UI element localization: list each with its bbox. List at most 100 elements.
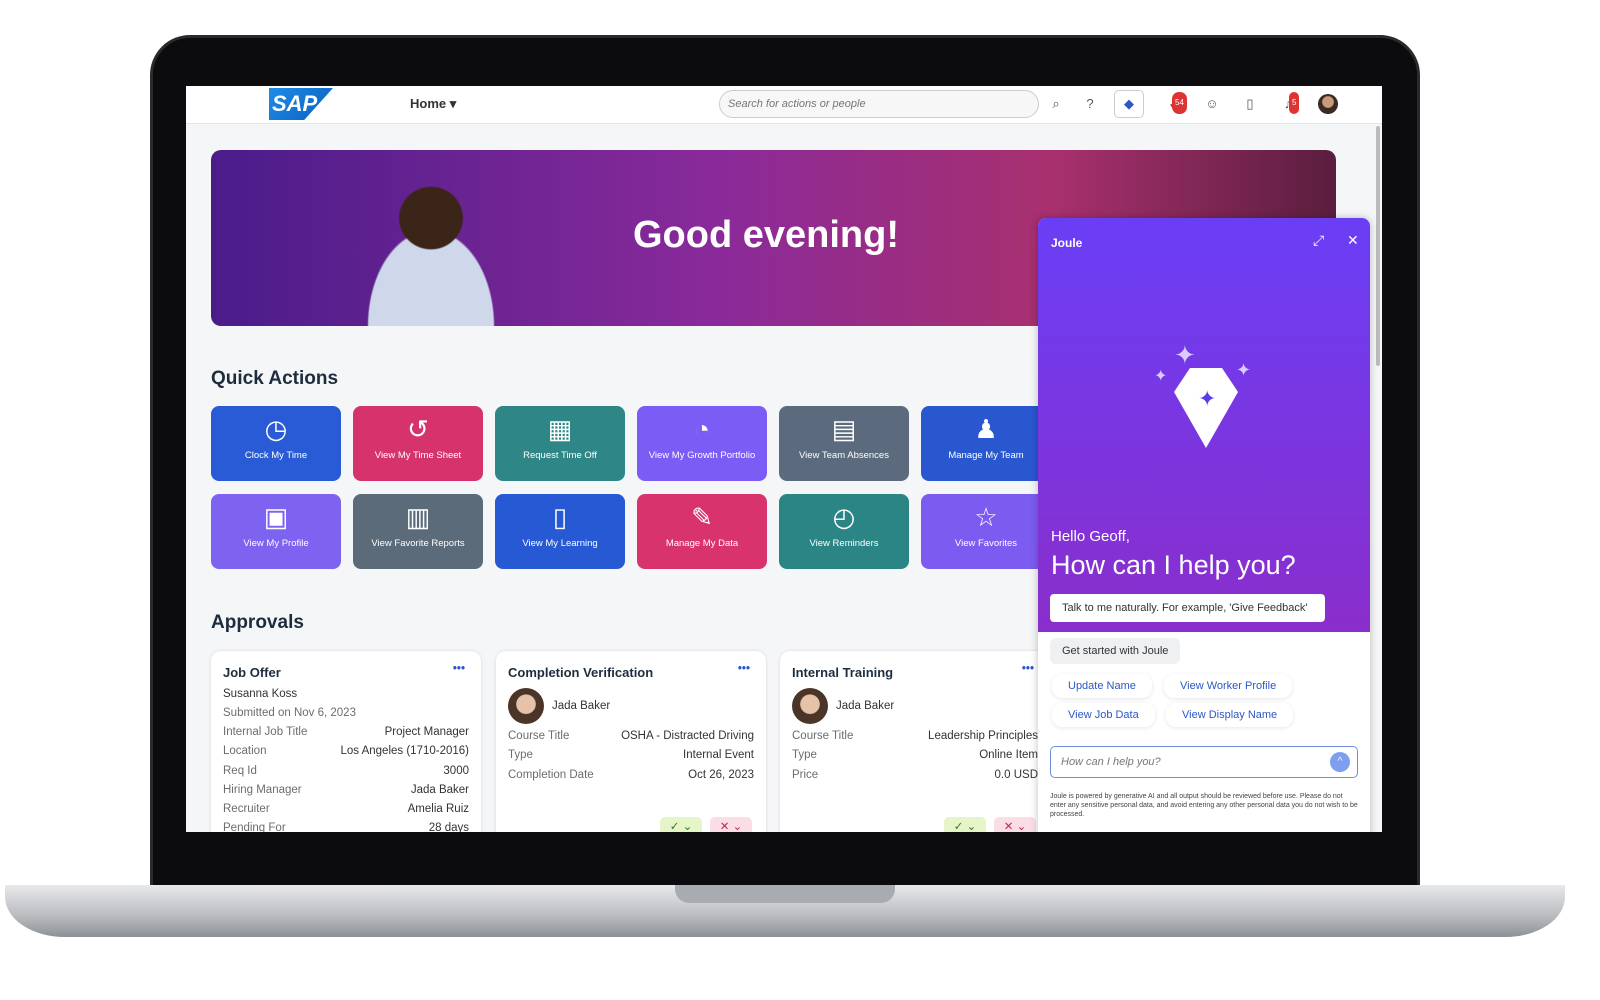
detail-row: Location Los Angeles (1710-2016) [223, 745, 469, 764]
close-icon[interactable]: ✕ [1347, 232, 1359, 249]
user-avatar[interactable] [1318, 94, 1338, 114]
field-label: Hiring Manager [223, 783, 302, 796]
detail-row: Course Title OSHA - Distracted Driving [508, 730, 754, 749]
joule-panel: Joule ⤢ ✕ ✦ ✦ ✦ ✦ Hello Geoff, How can I… [1038, 218, 1370, 832]
quick-action-tile[interactable]: ▯ View My Learning [495, 494, 625, 569]
scrollbar[interactable] [1376, 126, 1380, 366]
quick-action-tile[interactable]: ◔ View My Growth Portfolio [637, 406, 767, 481]
field-label: Location [223, 745, 267, 758]
field-value: OSHA - Distracted Driving [621, 730, 754, 742]
quick-actions-title: Quick Actions [211, 368, 339, 389]
clock-plus-icon: ◷ [264, 414, 288, 444]
field-value: 0.0 USD [994, 768, 1038, 781]
detail-row: Completion Date Oct 26, 2023 [508, 769, 754, 788]
home-menu[interactable]: Home ▾ [410, 96, 456, 112]
user-edit-icon: ✎ [691, 502, 713, 532]
bell-icon[interactable]: ♫5 [1279, 92, 1300, 114]
tile-label: View My Learning [522, 538, 598, 549]
quick-action-tile[interactable]: ▣ View My Profile [211, 494, 341, 569]
laptop-notch [675, 885, 895, 903]
approval-card-job-offer[interactable]: Job Offer ••• Susanna Koss Submitted on … [211, 651, 481, 832]
people-icon[interactable]: ☺ [1202, 94, 1222, 114]
field-label: Course Title [508, 730, 570, 742]
detail-row: Price 0.0 USD [792, 769, 1038, 788]
field-value: Internal Event [683, 749, 754, 762]
field-label: Recruiter [223, 803, 270, 816]
greeting: Good evening! [633, 214, 899, 256]
approve-button[interactable]: ✓ ⌄ [660, 817, 702, 832]
tile-label: View Favorite Reports [371, 538, 465, 549]
star-icon: ☆ [974, 502, 998, 532]
chip-view-display-name[interactable]: View Display Name [1166, 703, 1294, 727]
detail-row: Hiring Manager Jada Baker [223, 784, 469, 803]
quick-action-tile[interactable]: ◷ Clock My Time [211, 406, 341, 481]
search-icon[interactable]: ⌕ [1046, 94, 1066, 114]
tile-label: Manage My Team [948, 450, 1024, 461]
send-icon[interactable]: ^ [1330, 752, 1350, 772]
chip-view-worker-profile[interactable]: View Worker Profile [1164, 674, 1293, 698]
book-icon[interactable]: ▯ [1240, 94, 1260, 114]
tile-label: Request Time Off [523, 450, 597, 461]
chip-update-name[interactable]: Update Name [1052, 674, 1152, 698]
person-name: Jada Baker [836, 700, 895, 712]
hint-bubble: Talk to me naturally. For example, 'Give… [1050, 594, 1325, 622]
sparkle-icon: ✦ [1174, 340, 1196, 370]
approve-button[interactable]: ✓ ⌄ [944, 817, 986, 832]
input-placeholder: How can I help you? [1061, 756, 1161, 768]
field-value: 28 days [428, 822, 469, 832]
joule-title: Joule [1051, 236, 1083, 250]
reports-icon: ▥ [405, 502, 431, 532]
avatar [508, 688, 544, 724]
growth-icon: ◔ [694, 414, 710, 444]
detail-row: Type Online Item [792, 749, 1038, 768]
more-icon[interactable]: ••• [1022, 663, 1034, 675]
expand-icon[interactable]: ⤢ [1313, 232, 1324, 249]
field-label: Price [792, 768, 819, 781]
approval-card-completion-verification[interactable]: Completion Verification ••• Jada Baker C… [496, 651, 766, 832]
candidate-name: Susanna Koss [223, 688, 298, 700]
help-icon[interactable]: ? [1080, 94, 1100, 114]
field-label: Internal Job Title [223, 726, 308, 738]
quick-action-tile[interactable]: ▦ Request Time Off [495, 406, 625, 481]
tile-label: View Favorites [954, 538, 1018, 549]
quick-action-tile[interactable]: ▤ View Team Absences [779, 406, 909, 481]
quick-action-tile[interactable]: ☆ View Favorites [921, 494, 1051, 569]
sparkle-icon: ✦ [1236, 360, 1252, 380]
field-value: Project Manager [384, 726, 469, 738]
calendar-icon: ▦ [547, 414, 573, 444]
joule-icon[interactable]: ◆ [1114, 90, 1144, 118]
joule-input[interactable]: How can I help you? ^ [1050, 746, 1358, 778]
tile-label: View My Profile [243, 538, 309, 549]
detail-row: Pending For 28 days [223, 822, 469, 832]
reject-button[interactable]: ✕ ⌄ [994, 817, 1036, 832]
help-heading: How can I help you? [1051, 550, 1296, 580]
detail-row: Req Id 3000 [223, 765, 469, 784]
field-label: Pending For [223, 822, 286, 832]
org-chart-icon: ♟ [974, 414, 998, 444]
reject-button[interactable]: ✕ ⌄ [710, 817, 752, 832]
tile-label: Manage My Data [665, 538, 739, 549]
search-input[interactable] [719, 90, 1039, 118]
more-icon[interactable]: ••• [738, 663, 750, 675]
field-value: Leadership Principles [928, 730, 1038, 742]
detail-row: Internal Job Title Project Manager [223, 726, 469, 745]
field-value: Amelia Ruiz [407, 803, 469, 816]
quick-action-tile[interactable]: ◴ View Reminders [779, 494, 909, 569]
approval-card-internal-training[interactable]: Internal Training ••• Jada Baker Course … [780, 651, 1050, 832]
quick-action-tile[interactable]: ↺ View My Time Sheet [353, 406, 483, 481]
field-value: Online Item [979, 749, 1038, 762]
field-label: Type [508, 749, 533, 762]
reminder-icon: ◴ [832, 502, 856, 532]
id-card-icon: ▣ [263, 502, 289, 532]
quick-action-tile[interactable]: ✎ Manage My Data [637, 494, 767, 569]
chip-view-job-data[interactable]: View Job Data [1052, 703, 1155, 727]
quick-action-tile[interactable]: ▥ View Favorite Reports [353, 494, 483, 569]
card-title: Job Offer [223, 665, 281, 680]
todo-icon[interactable]: ✓54 [1164, 92, 1187, 114]
more-icon[interactable]: ••• [453, 663, 465, 675]
banner-image [321, 160, 541, 326]
field-value: Los Angeles (1710-2016) [340, 745, 469, 758]
quick-action-tile[interactable]: ♟ Manage My Team [921, 406, 1051, 481]
sap-logo[interactable]: SAP [269, 88, 333, 120]
field-value: Oct 26, 2023 [688, 768, 754, 781]
